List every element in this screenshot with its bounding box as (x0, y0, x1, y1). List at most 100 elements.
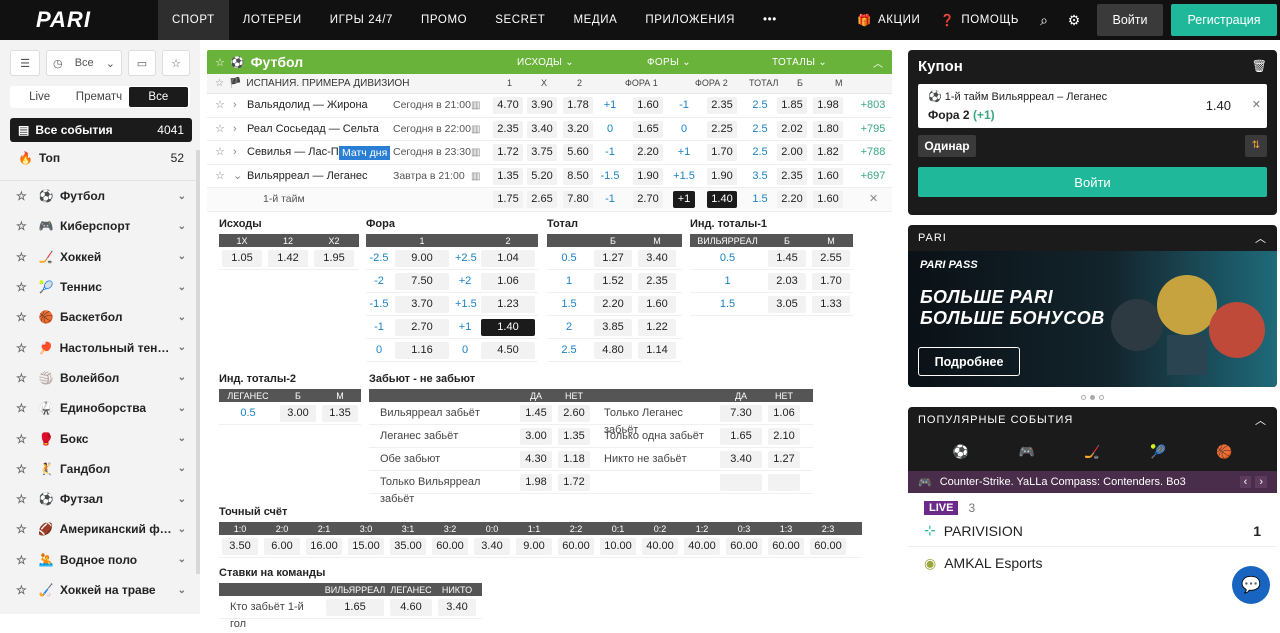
more-markets-link[interactable]: +803 (855, 97, 891, 114)
odd-button[interactable]: 1.90 (707, 167, 737, 185)
stats-icon[interactable]: ▥ (471, 94, 480, 117)
odd-button[interactable]: 3.75 (527, 144, 557, 161)
star-icon[interactable]: ☆ (16, 371, 32, 385)
sidebar-sport-item[interactable]: ☆ 🏓 Настольный теннис ⌄ (0, 332, 200, 362)
odd-button[interactable]: 1.22 (638, 318, 676, 336)
sidebar-sport-item[interactable]: ☆ 🎮 Киберспорт ⌄ (0, 211, 200, 241)
top-item[interactable]: 🔥 Топ 52 (10, 146, 192, 170)
odd-button[interactable]: 3.00 (280, 404, 316, 422)
event-row[interactable]: ☆ › Вальядолид — Жирона Сегодня в 21:00 ▥ 4.7… (207, 94, 892, 118)
star-icon[interactable]: ☆ (16, 432, 32, 446)
odd-button[interactable]: 3.40 (438, 598, 476, 616)
basketball-icon[interactable]: 🏀 (1216, 444, 1232, 460)
chevron-down-icon[interactable]: ⌄ (178, 403, 186, 414)
odd-button[interactable]: 1.40 (707, 191, 737, 208)
close-icon[interactable]: ✕ (1252, 98, 1261, 111)
odd-button[interactable]: 3.40 (720, 450, 762, 468)
star-icon[interactable]: ☆ (16, 401, 32, 415)
odd-button[interactable]: 1.27 (768, 450, 800, 468)
sidebar-sport-item[interactable]: ☆ ⚽ Футбол ⌄ (0, 181, 200, 211)
event-name[interactable]: Вальядолид — Жирона (247, 94, 368, 117)
odd-button[interactable]: 7.80 (563, 191, 593, 208)
star-icon[interactable]: ☆ (16, 219, 32, 233)
chevron-right-icon[interactable]: › (233, 118, 237, 141)
odd-button[interactable]: 4.80 (594, 341, 632, 359)
trash-icon[interactable]: 🗑 (1252, 59, 1267, 73)
chevron-down-icon[interactable]: ⌄ (178, 282, 186, 293)
chevron-left-icon[interactable]: ‹ (1239, 476, 1252, 488)
event-row[interactable]: ☆ ⌄ Вильярреал — Леганес Завтра в 21:00 ▥ 1.3… (207, 165, 892, 188)
chevron-down-icon[interactable]: ⌄ (178, 221, 186, 232)
odd-button[interactable]: 1.35 (493, 167, 523, 185)
star-icon[interactable]: ☆ (16, 462, 32, 476)
odd-button[interactable]: 3.70 (395, 295, 449, 313)
odd-button[interactable]: 5.20 (527, 167, 557, 185)
odd-button[interactable]: 1.14 (638, 341, 676, 359)
chevron-down-icon[interactable]: ⌄ (178, 585, 186, 596)
nav-item[interactable]: ПРОМО (407, 0, 481, 40)
odd-button[interactable]: 2.02 (777, 120, 807, 138)
odd-button[interactable]: 1.45 (768, 249, 806, 267)
sidebar-scrollbar[interactable] (196, 150, 200, 574)
star-icon[interactable]: ☆ (215, 94, 225, 117)
nav-item[interactable]: ••• (749, 0, 791, 40)
chevron-down-icon[interactable]: ⌄ (178, 372, 186, 383)
odd-button[interactable]: 2.20 (633, 144, 663, 161)
more-markets-link[interactable]: +795 (855, 121, 891, 138)
tv-icon[interactable]: ▭ (128, 50, 156, 76)
segment-live[interactable]: Live (10, 91, 69, 103)
banner-more-button[interactable]: Подробнее (918, 347, 1020, 376)
segment-prematch[interactable]: Прематч (69, 91, 128, 103)
more-markets-link[interactable]: +788 (855, 144, 891, 161)
all-events-item[interactable]: ▤ Все события 4041 (10, 118, 192, 142)
odd-button[interactable]: 9.00 (516, 537, 552, 555)
chevron-down-icon[interactable]: ⌄ (178, 312, 186, 323)
odd-button[interactable]: 1.80 (813, 120, 843, 138)
chevron-up-icon[interactable]: ︿ (1255, 412, 1267, 428)
odd-button[interactable]: 2.70 (633, 191, 663, 208)
odd-button[interactable]: 1.98 (813, 97, 843, 114)
sort-arrows-icon[interactable]: ⇅ (1245, 135, 1267, 157)
odd-button[interactable]: 1.42 (268, 249, 308, 267)
odd-button[interactable]: 2.20 (777, 191, 807, 208)
odd-button[interactable]: 60.00 (726, 537, 762, 555)
star-icon[interactable]: ☆ (215, 118, 225, 141)
star-icon[interactable]: ☆ (16, 310, 32, 324)
odd-button[interactable]: 1.65 (720, 427, 762, 445)
gear-icon[interactable]: ⚙ (1059, 12, 1089, 29)
star-icon[interactable]: ☆ (215, 165, 225, 188)
odd-button[interactable]: 1.35 (558, 427, 590, 445)
nav-item[interactable]: SECRET (481, 0, 559, 40)
odd-button[interactable]: 2.65 (527, 191, 557, 208)
odd-button[interactable]: 1.72 (493, 144, 523, 161)
odd-button[interactable]: 8.50 (563, 167, 593, 185)
odd-button[interactable]: 1.60 (638, 295, 676, 313)
star-icon[interactable]: ☆ (215, 56, 225, 69)
odd-button[interactable]: 1.65 (633, 120, 663, 138)
sidebar-sport-item[interactable]: ☆ 🤽 Водное поло ⌄ (0, 545, 200, 575)
odd-button[interactable]: 1.23 (481, 295, 535, 313)
col-handicaps[interactable]: ФОРЫ ⌄ (647, 57, 691, 68)
odd-button[interactable]: 1.04 (481, 249, 535, 267)
odd-button[interactable]: 1.82 (813, 144, 843, 161)
sidebar-sport-item[interactable]: ☆ ⚽ Футзал ⌄ (0, 484, 200, 514)
collapse-icon[interactable]: ︿ (873, 55, 883, 70)
odd-button[interactable]: 1.72 (558, 473, 590, 491)
chevron-down-icon[interactable]: ⌄ (178, 494, 186, 505)
star-icon[interactable]: ☆ (215, 78, 224, 89)
help-link[interactable]: ❓ ПОМОЩЬ (930, 13, 1029, 27)
odd-button[interactable]: 1.18 (558, 450, 590, 468)
odd-button[interactable]: 1.60 (813, 191, 843, 208)
odd-button[interactable]: 1.45 (520, 404, 552, 422)
chevron-up-icon[interactable]: ︿ (1255, 230, 1267, 246)
odd-button[interactable]: 1.35 (322, 404, 358, 422)
carousel-dot[interactable] (1099, 394, 1104, 400)
odd-button[interactable]: 2.35 (493, 120, 523, 138)
sidebar-sport-item[interactable]: ☆ 🏈 Американский футбол ⌄ (0, 514, 200, 544)
close-icon[interactable]: ✕ (869, 188, 878, 211)
event-name[interactable]: Вильярреал — Леганес (247, 165, 368, 188)
chevron-right-icon[interactable]: › (233, 94, 237, 117)
sidebar-sport-item[interactable]: ☆ 🏐 Волейбол ⌄ (0, 363, 200, 393)
odd-button[interactable]: 1.60 (633, 97, 663, 114)
odd-button[interactable]: 3.90 (527, 97, 557, 114)
